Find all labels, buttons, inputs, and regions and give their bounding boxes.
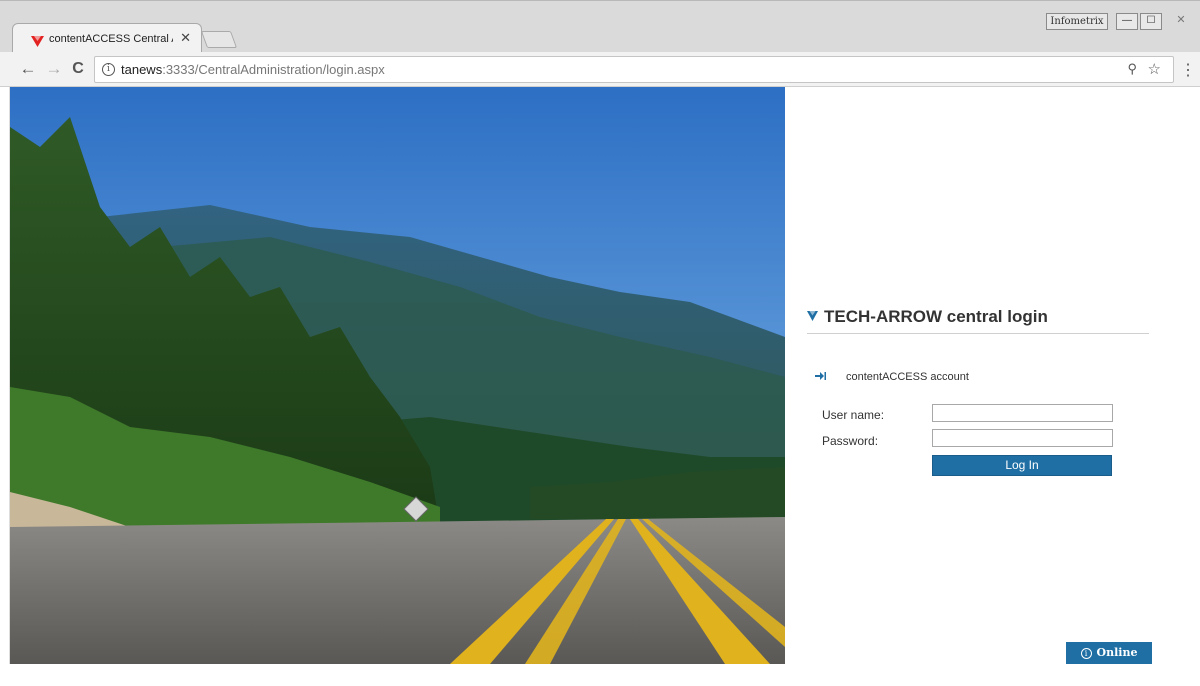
close-tab-icon[interactable]: ✕ <box>180 30 191 46</box>
page-left-edge <box>0 87 10 664</box>
browser-titlebar: contentACCESS Central Ad ✕ Infometrix — … <box>0 0 1200 54</box>
login-page: TECH-ARROW central login contentACCESS a… <box>0 87 1200 681</box>
username-input[interactable] <box>932 404 1113 422</box>
login-button[interactable]: Log In <box>932 455 1112 476</box>
tab-title: contentACCESS Central Ad <box>49 33 173 45</box>
info-icon: i <box>1080 648 1092 659</box>
title-divider <box>807 333 1149 334</box>
tech-arrow-logo-icon <box>31 34 44 52</box>
username-label: User name: <box>822 408 885 422</box>
address-bar[interactable]: i tanews:3333/CentralAdministration/logi… <box>94 56 1174 83</box>
minimize-button[interactable]: — <box>1116 13 1138 30</box>
hero-image <box>10 87 785 664</box>
password-label: Password: <box>822 434 879 448</box>
forward-arrow-icon[interactable]: → <box>44 59 64 79</box>
profile-button[interactable]: Infometrix <box>1046 13 1108 30</box>
account-type-label: contentACCESS account <box>846 371 969 383</box>
tech-arrow-logo-icon <box>807 308 818 326</box>
brand-header: TECH-ARROW central login <box>807 307 1048 327</box>
new-tab-button[interactable] <box>200 31 238 48</box>
browser-tab[interactable]: contentACCESS Central Ad ✕ <box>12 23 202 54</box>
close-window-button[interactable]: ✕ <box>1170 13 1192 30</box>
back-arrow-icon[interactable]: ← <box>18 59 38 79</box>
browser-toolbar: ← → C i tanews:3333/CentralAdministratio… <box>0 52 1200 87</box>
sign-in-arrow-icon <box>815 368 826 386</box>
maximize-button[interactable]: ☐ <box>1140 13 1162 30</box>
url-host: tanews <box>121 62 163 77</box>
password-input[interactable] <box>932 429 1113 447</box>
info-icon[interactable]: i <box>102 63 115 76</box>
browser-menu-icon[interactable]: ⋮ <box>1180 60 1196 80</box>
account-type-option[interactable]: contentACCESS account <box>815 368 969 386</box>
url-text: tanews:3333/CentralAdministration/login.… <box>121 62 385 77</box>
zoom-icon[interactable]: ⚲ <box>1127 61 1137 77</box>
page-title: TECH-ARROW central login <box>824 307 1048 326</box>
bookmark-star-icon[interactable]: ☆ <box>1148 60 1161 78</box>
reload-icon[interactable]: C <box>68 60 88 78</box>
online-help-button[interactable]: i Online help <box>1066 642 1152 681</box>
url-path: :3333/CentralAdministration/login.aspx <box>162 62 385 77</box>
